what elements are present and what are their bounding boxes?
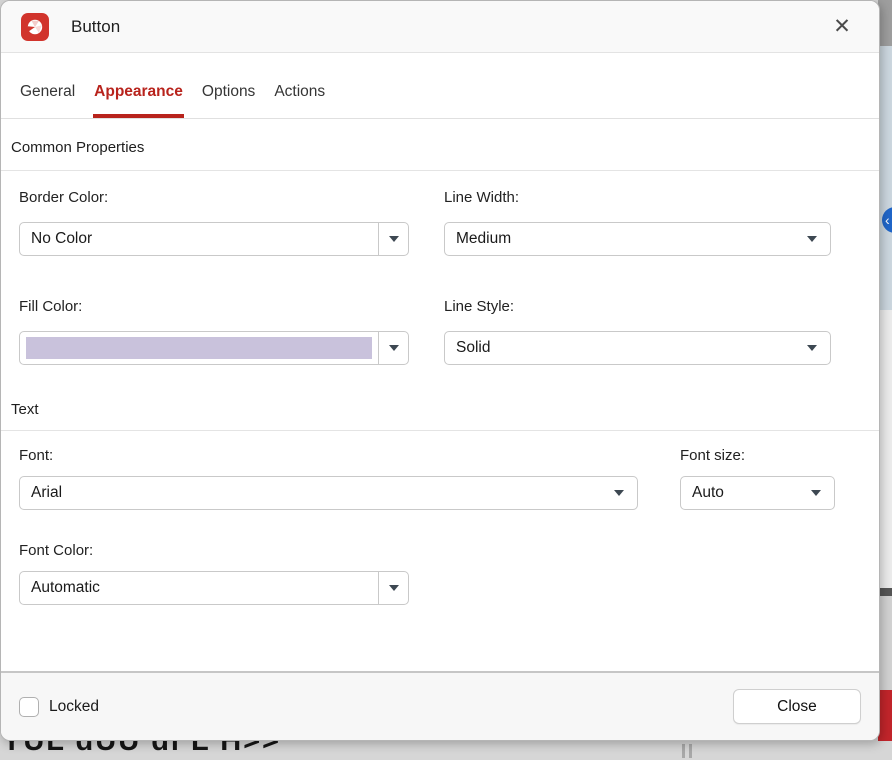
line-style-label: Line Style:: [444, 298, 831, 315]
fill-color-dropdown-arrow-button[interactable]: [378, 332, 408, 364]
background-strip-top: [878, 0, 892, 46]
button-properties-dialog: Button ✕ General Appearance Options Acti…: [0, 0, 880, 741]
font-size-dropdown[interactable]: Auto: [680, 476, 835, 510]
background-strip-blue: [878, 46, 892, 310]
locked-checkbox[interactable]: [19, 697, 39, 717]
chevron-down-icon: [389, 585, 399, 591]
dialog-tabbar: General Appearance Options Actions: [1, 53, 879, 119]
field-line-style: Line Style: Solid: [444, 298, 831, 365]
field-font-size: Font size: Auto: [680, 447, 835, 510]
chevron-down-icon: [614, 490, 624, 496]
dialog-title: Button: [71, 17, 120, 37]
section-text: Text: [1, 365, 879, 431]
background-document-strip: YUL dUU dl L H>>: [0, 741, 892, 760]
row-font-color: Font Color: Automatic: [1, 542, 879, 605]
font-color-dropdown-arrow-button[interactable]: [378, 572, 408, 604]
close-icon[interactable]: ✕: [827, 12, 857, 42]
background-app-right-edge: [878, 0, 892, 745]
fill-color-swatch: [26, 337, 372, 359]
close-button[interactable]: Close: [733, 689, 861, 724]
row-border-linewidth: Border Color: No Color Line Width: Mediu…: [1, 189, 879, 256]
field-font-color: Font Color: Automatic: [19, 542, 409, 605]
fill-color-dropdown[interactable]: [19, 331, 409, 365]
line-width-value: Medium: [445, 230, 807, 248]
line-width-label: Line Width:: [444, 189, 831, 206]
chevron-down-icon: [807, 345, 817, 351]
background-strip-mid: [878, 310, 892, 588]
app-logo-icon: [21, 13, 49, 41]
chevron-down-icon: [389, 345, 399, 351]
font-color-dropdown[interactable]: Automatic: [19, 571, 409, 605]
border-color-dropdown-arrow-button[interactable]: [378, 223, 408, 255]
font-label: Font:: [19, 447, 638, 464]
scrollbar-tick: [682, 744, 685, 758]
border-color-label: Border Color:: [19, 189, 409, 206]
section-common-properties: Common Properties: [1, 119, 879, 171]
tab-appearance[interactable]: Appearance: [93, 83, 184, 118]
locked-label: Locked: [49, 698, 99, 716]
border-color-dropdown[interactable]: No Color: [19, 222, 409, 256]
tab-general[interactable]: General: [19, 83, 76, 118]
row-font: Font: Arial Font size: Auto: [1, 447, 879, 510]
field-border-color: Border Color: No Color: [19, 189, 409, 256]
dialog-titlebar: Button ✕: [1, 1, 879, 53]
fill-color-swatch-area: [20, 332, 378, 364]
font-dropdown[interactable]: Arial: [19, 476, 638, 510]
tab-actions[interactable]: Actions: [273, 83, 326, 118]
fill-color-label: Fill Color:: [19, 298, 409, 315]
background-clipped-document-text: YUL dUU dl L H>>: [2, 741, 502, 759]
dialog-content: Common Properties Border Color: No Color…: [1, 119, 879, 671]
field-fill-color: Fill Color:: [19, 298, 409, 365]
background-strip-dark-line: [878, 588, 892, 596]
chevron-down-icon: [389, 236, 399, 242]
tab-options[interactable]: Options: [201, 83, 256, 118]
line-style-dropdown[interactable]: Solid: [444, 331, 831, 365]
dialog-footer: Locked Close: [1, 671, 879, 740]
font-color-value: Automatic: [20, 572, 378, 604]
border-color-value: No Color: [20, 223, 378, 255]
line-style-value: Solid: [445, 339, 807, 357]
chevron-down-icon: [811, 490, 821, 496]
scrollbar-tick: [689, 744, 692, 758]
line-width-dropdown[interactable]: Medium: [444, 222, 831, 256]
horizontal-scrollbar-handle[interactable]: [682, 744, 692, 758]
font-size-label: Font size:: [680, 447, 835, 464]
field-line-width: Line Width: Medium: [444, 189, 831, 256]
row-fill-linestyle: Fill Color: Line Style: Solid: [1, 298, 879, 365]
field-font: Font: Arial: [19, 447, 638, 510]
font-size-value: Auto: [681, 484, 811, 502]
font-color-label: Font Color:: [19, 542, 409, 559]
background-red-graphic: [878, 690, 892, 745]
background-strip-lower: [878, 596, 892, 690]
chevron-down-icon: [807, 236, 817, 242]
font-value: Arial: [20, 484, 614, 502]
